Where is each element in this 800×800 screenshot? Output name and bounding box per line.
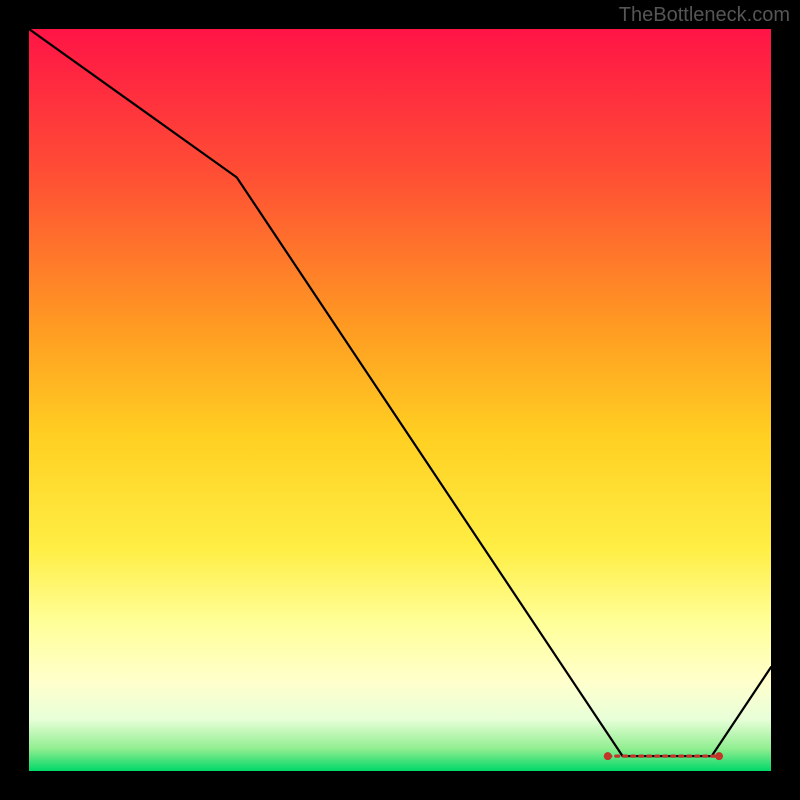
chart-svg xyxy=(29,29,771,771)
gradient-background xyxy=(29,29,771,771)
chart-plot-area xyxy=(29,29,771,771)
attribution-text: TheBottleneck.com xyxy=(619,4,790,27)
